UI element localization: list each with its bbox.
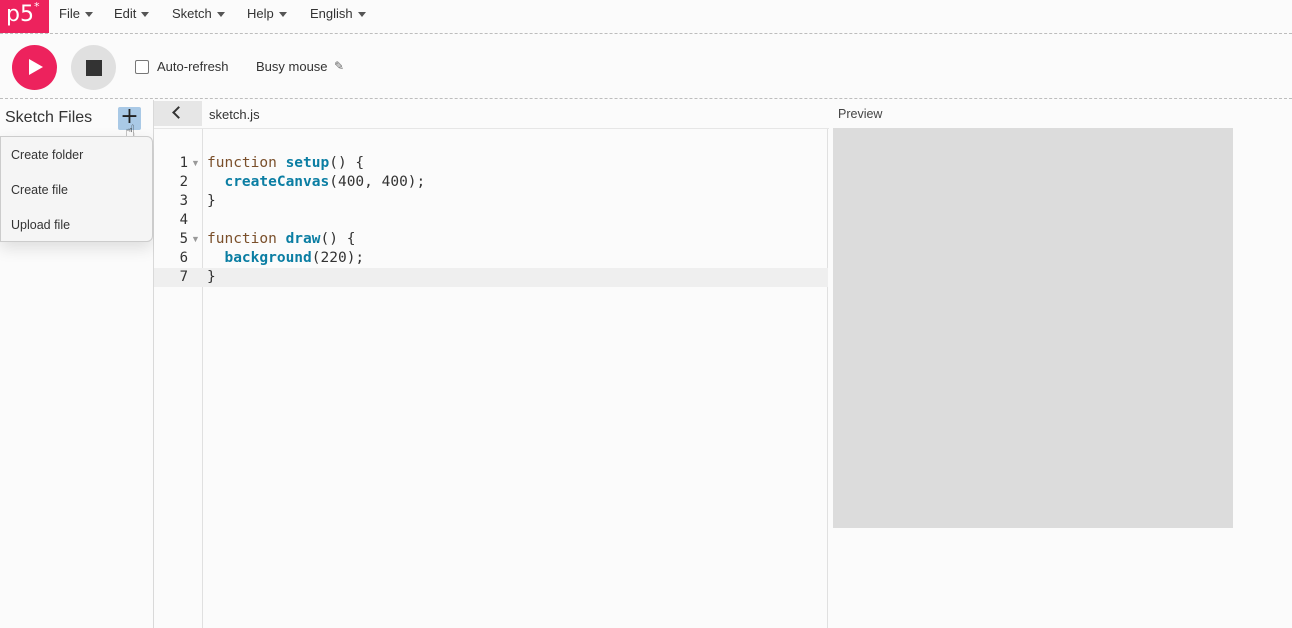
menu-file[interactable]: File [59, 6, 93, 21]
upload-file-item[interactable]: Upload file [11, 218, 70, 232]
menu-sketch[interactable]: Sketch [172, 6, 225, 21]
p5-logo[interactable]: p5* [0, 0, 49, 33]
logo-text: p5 [6, 2, 34, 27]
code-text: () { [320, 231, 356, 247]
code-text: () { [329, 155, 365, 171]
code-line[interactable]: function draw() { [207, 231, 355, 247]
code-function-name: setup [285, 155, 330, 171]
chevron-down-icon [216, 12, 225, 18]
code-line[interactable]: } [207, 193, 216, 209]
stop-icon [86, 60, 102, 76]
menu-sketch-label: Sketch [172, 6, 212, 21]
active-line-highlight [154, 268, 828, 287]
menu-language[interactable]: English [310, 6, 366, 21]
menu-edit-label: Edit [114, 6, 137, 21]
preview-label: Preview [838, 107, 883, 121]
sketch-name[interactable]: Busy mouse [256, 59, 328, 74]
menu-help-label: Help [247, 6, 274, 21]
code-keyword: function [207, 231, 277, 247]
line-number: 1 [179, 155, 188, 171]
logo-mark: * [33, 0, 40, 13]
line-number: 6 [179, 250, 188, 266]
pencil-icon[interactable]: ✎ [334, 59, 344, 73]
code-text: } [207, 193, 216, 209]
preview-canvas [833, 128, 1233, 528]
fold-arrow-icon[interactable]: ▼ [191, 158, 200, 168]
code-text: } [207, 269, 216, 285]
menu-language-label: English [310, 6, 353, 21]
code-function-name: draw [285, 231, 321, 247]
menu-file-label: File [59, 6, 80, 21]
code-text: (220); [311, 250, 365, 266]
stop-button[interactable] [71, 45, 116, 90]
code-line[interactable]: } [207, 269, 216, 285]
fold-arrow-icon[interactable]: ▼ [191, 234, 200, 244]
code-line[interactable]: createCanvas(400, 400); [207, 174, 425, 190]
menu-edit[interactable]: Edit [114, 6, 150, 21]
line-number: 2 [179, 174, 188, 190]
menu-help[interactable]: Help [247, 6, 287, 21]
play-button[interactable] [12, 45, 57, 90]
code-function-name: createCanvas [224, 174, 330, 190]
line-number: 3 [179, 193, 188, 209]
toolbar: Auto-refresh Busy mouse ✎ [0, 35, 1292, 99]
collapse-sidebar-button[interactable] [154, 101, 202, 126]
sidebar-dropdown-menu: Create folder Create file Upload file [0, 136, 153, 242]
create-folder-item[interactable]: Create folder [11, 148, 83, 162]
chevron-down-icon [357, 12, 366, 18]
menu-bar: p5* File Edit Sketch Help English [0, 0, 1292, 34]
chevron-down-icon [84, 12, 93, 18]
chevron-down-icon [278, 12, 287, 18]
code-editor[interactable] [203, 129, 828, 628]
line-number: 5 [179, 231, 188, 247]
code-text: (400, 400); [329, 174, 426, 190]
create-file-item[interactable]: Create file [11, 183, 68, 197]
code-line[interactable]: function setup() { [207, 155, 364, 171]
line-number: 4 [179, 212, 188, 228]
auto-refresh-checkbox[interactable] [135, 60, 149, 74]
code-keyword: function [207, 155, 277, 171]
code-function-name: background [224, 250, 312, 266]
file-tab[interactable]: sketch.js [209, 107, 260, 122]
chevron-down-icon [141, 12, 150, 18]
chevron-left-icon [172, 106, 185, 119]
play-icon [29, 59, 43, 75]
line-number: 7 [179, 269, 188, 285]
sidebar-title: Sketch Files [5, 109, 93, 126]
auto-refresh-label[interactable]: Auto-refresh [157, 59, 229, 74]
code-line[interactable]: background(220); [207, 250, 364, 266]
